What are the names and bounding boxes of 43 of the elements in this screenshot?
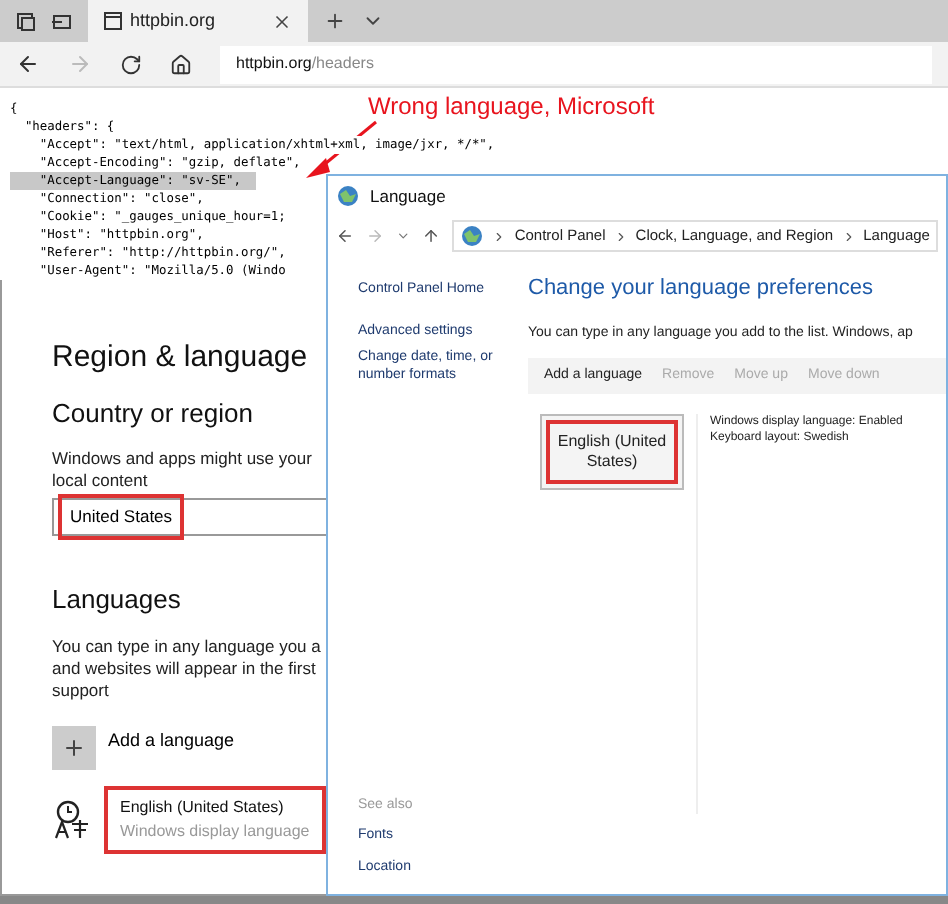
language-item[interactable]: English (United States) Windows display language	[104, 785, 326, 853]
section-heading: Languages	[52, 582, 181, 618]
globe-icon	[336, 184, 360, 208]
country-dropdown[interactable]: United States	[52, 498, 332, 536]
page-title: Region & language	[52, 338, 308, 378]
language-name: English (United States)	[555, 432, 669, 472]
refresh-icon[interactable]	[120, 53, 142, 75]
window-title: Language	[370, 183, 446, 209]
language-name: English (United States)	[120, 795, 284, 819]
tab-title: httpbin.org	[130, 7, 218, 34]
add-language-label[interactable]: Add a language	[108, 727, 235, 755]
new-tab-icon[interactable]	[324, 10, 346, 32]
chevron-right-icon	[613, 229, 628, 243]
add-language-button[interactable]	[52, 725, 96, 769]
globe-icon	[460, 224, 485, 248]
browser-tab[interactable]: httpbin.org	[88, 0, 308, 42]
address-host: httpbin.org	[236, 52, 312, 76]
description-text: Windows and apps might use your	[52, 448, 312, 470]
page-icon	[104, 12, 122, 30]
address-path: /headers	[311, 52, 374, 76]
language-tile[interactable]: English (United States)	[540, 414, 684, 490]
address-bar[interactable]: httpbin.org/headers	[220, 45, 932, 83]
back-icon[interactable]	[16, 52, 40, 76]
tabs-icon[interactable]	[16, 11, 36, 31]
section-heading: Country or region	[52, 395, 253, 432]
plus-icon	[62, 735, 86, 759]
home-icon[interactable]	[170, 53, 192, 75]
country-value: United States	[58, 494, 185, 540]
language-detail: Windows display language	[120, 819, 310, 843]
chevron-right-icon	[492, 229, 507, 243]
chevron-right-icon	[841, 229, 856, 243]
close-icon[interactable]	[272, 11, 292, 31]
annotation-text: Wrong language, Microsoft	[368, 90, 655, 124]
tab-preview-icon[interactable]	[52, 11, 72, 31]
description-text: support	[52, 679, 109, 701]
description-text: and websites will appear in the first	[52, 657, 316, 679]
main-heading: Change your language preferences	[528, 274, 875, 304]
language-icon	[52, 799, 92, 839]
up-icon[interactable]	[422, 226, 441, 246]
description-text: local content	[52, 470, 148, 492]
chevron-down-icon[interactable]	[396, 228, 411, 244]
back-icon[interactable]	[336, 226, 355, 246]
description-text: You can type in any language you a	[52, 635, 321, 657]
